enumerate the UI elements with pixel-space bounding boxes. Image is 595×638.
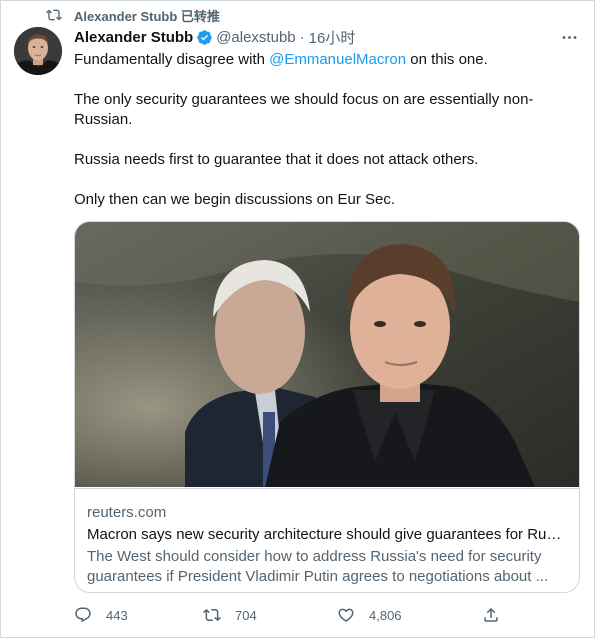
avatar[interactable]: [14, 27, 62, 75]
tweet-timestamp[interactable]: 16小时: [309, 27, 356, 48]
retweet-button[interactable]: 704: [203, 606, 257, 624]
like-button[interactable]: 4,806: [337, 606, 402, 624]
tweet-text-prefix: Fundamentally disagree with: [74, 51, 270, 68]
tweet-paragraph-2: The only security guarantees we should f…: [74, 91, 534, 128]
heart-icon: [338, 608, 354, 622]
tweet-header: Alexander Stubb @alexstubb · 16小时: [74, 27, 581, 47]
link-card[interactable]: reuters.com Macron says new security arc…: [74, 221, 580, 593]
author-handle[interactable]: @alexstubb: [216, 29, 295, 46]
card-title: Macron says new security architecture sh…: [87, 526, 567, 543]
tweet-paragraph-4: Only then can we begin discussions on Eu…: [74, 191, 396, 208]
retweet-header-label: Alexander Stubb 已转推: [74, 8, 220, 24]
card-info: reuters.com Macron says new security arc…: [75, 488, 579, 587]
more-dots-icon: [562, 35, 576, 39]
mention-link[interactable]: @EmmanuelMacron: [269, 51, 406, 68]
share-button[interactable]: [482, 606, 514, 624]
avatar-portrait: [14, 27, 62, 75]
tweet-text: Fundamentally disagree with @EmmanuelMac…: [74, 50, 574, 230]
card-description: The West should consider how to address …: [87, 548, 549, 585]
card-image: [75, 222, 579, 487]
retweet-action-icon: [203, 608, 221, 622]
retweet-icon: [46, 9, 62, 21]
separator-dot: ·: [299, 28, 305, 46]
tweet-paragraph-1: Fundamentally disagree with @EmmanuelMac…: [74, 50, 574, 70]
reply-button[interactable]: 443: [74, 606, 128, 624]
retweet-header[interactable]: Alexander Stubb 已转推: [46, 6, 220, 24]
verified-badge-icon: [197, 29, 212, 45]
retweet-count: 704: [235, 607, 257, 623]
reply-icon: [75, 607, 91, 623]
share-icon: [484, 607, 498, 622]
author-name[interactable]: Alexander Stubb: [74, 29, 193, 46]
card-domain: reuters.com: [87, 504, 167, 521]
like-count: 4,806: [369, 607, 402, 623]
reply-count: 443: [106, 607, 128, 623]
tweet-text-suffix: on this one.: [406, 51, 488, 68]
tweet-paragraph-3: Russia needs first to guarantee that it …: [74, 151, 479, 168]
more-options-icon[interactable]: [559, 27, 579, 47]
action-bar: 443 704 4,806: [74, 606, 504, 630]
